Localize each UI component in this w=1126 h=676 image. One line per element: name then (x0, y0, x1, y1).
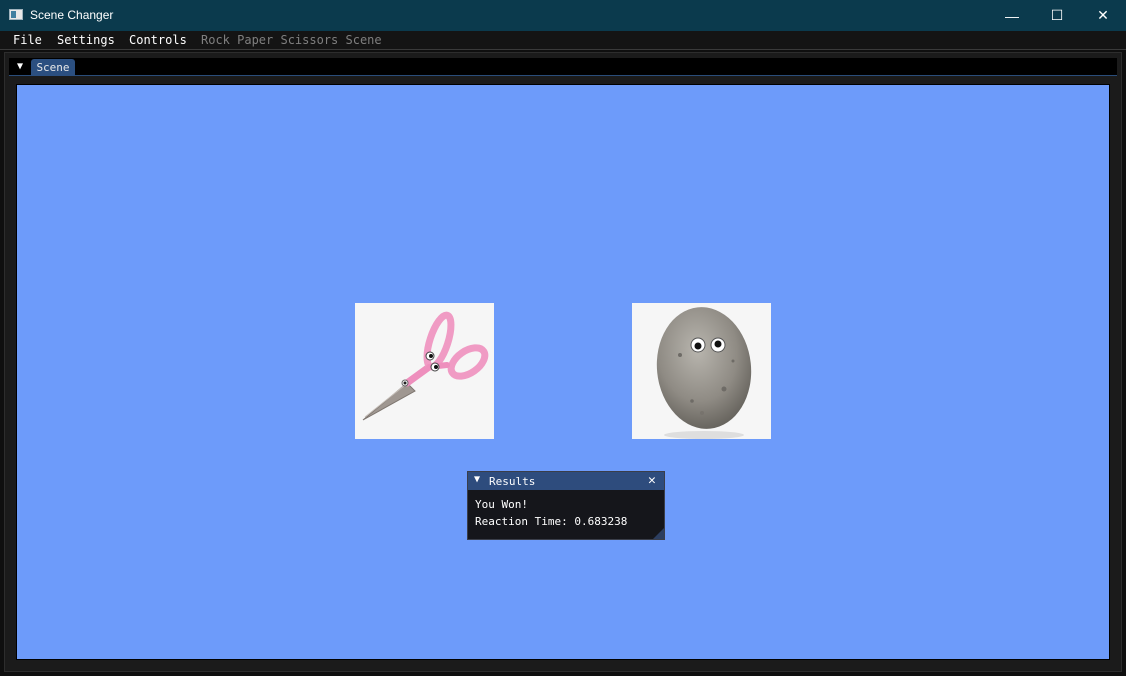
results-title-bar[interactable]: ▼ Results ✕ (468, 472, 664, 490)
menu-current-scene: Rock Paper Scissors Scene (201, 33, 382, 47)
tab-scene[interactable]: Scene (31, 59, 75, 76)
close-button[interactable]: ✕ (1080, 0, 1126, 31)
dock-menu-arrow-icon[interactable]: ▼ (11, 58, 29, 75)
resize-grip[interactable] (653, 528, 664, 539)
dock-tab-bar (9, 58, 1117, 76)
maximize-button[interactable]: ☐ (1034, 0, 1080, 31)
collapse-arrow-icon[interactable]: ▼ (474, 474, 480, 485)
menu-bar: File Settings Controls Rock Paper Scisso… (0, 31, 1126, 50)
app-icon (9, 9, 23, 20)
results-window[interactable]: ▼ Results ✕ You Won! Reaction Time: 0.68… (467, 471, 665, 540)
minimize-button[interactable]: — (989, 0, 1035, 31)
window-title: Scene Changer (30, 8, 114, 22)
scissors-image (355, 303, 494, 439)
results-close-icon[interactable]: ✕ (648, 473, 656, 488)
menu-file[interactable]: File (13, 33, 42, 47)
reaction-time-text: Reaction Time: 0.683238 (475, 515, 628, 528)
scene-viewport (17, 85, 1109, 659)
window-title-bar[interactable]: Scene Changer — ☐ ✕ (0, 0, 1126, 31)
rock-image (632, 303, 771, 439)
menu-controls[interactable]: Controls (129, 33, 187, 47)
menu-settings[interactable]: Settings (57, 33, 115, 47)
outcome-text: You Won! (475, 498, 528, 511)
results-title: Results (489, 475, 536, 488)
